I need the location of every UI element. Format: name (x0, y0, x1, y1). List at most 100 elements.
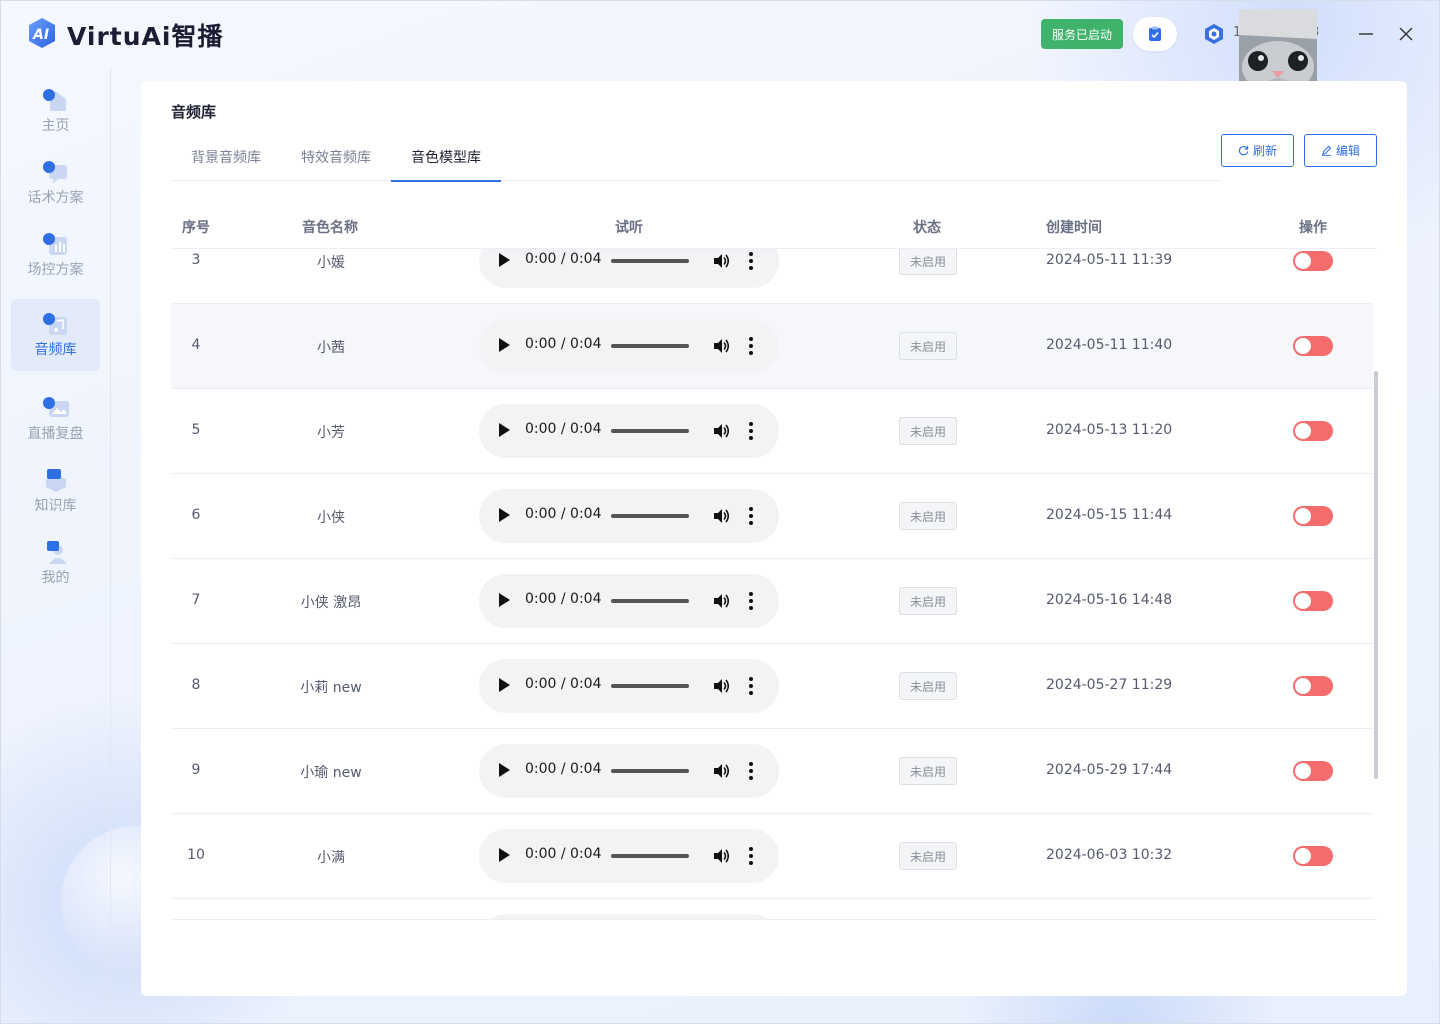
table-row[interactable]: 4 小茜 0:00 / 0:04 未启用 2024-05-11 11:40 (171, 304, 1373, 389)
more-options-icon[interactable] (749, 591, 753, 611)
row-index: 9 (191, 762, 201, 778)
audio-player[interactable]: 0:00 / 0:04 (479, 744, 779, 798)
row-index: 4 (191, 337, 201, 353)
more-options-icon[interactable] (749, 676, 753, 696)
table-row[interactable]: 9 小瑜 new 0:00 / 0:04 未启用 2024-05-29 17:4… (171, 729, 1373, 814)
table-row[interactable]: 8 小莉 new 0:00 / 0:04 未启用 2024-05-27 11:2… (171, 644, 1373, 729)
volume-icon[interactable] (711, 676, 731, 696)
audio-player[interactable]: 0:00 / 0:04 (479, 829, 779, 883)
status-badge: 未启用 (899, 502, 957, 530)
play-icon[interactable] (499, 508, 510, 522)
play-icon[interactable] (499, 678, 510, 692)
more-options-icon[interactable] (749, 421, 753, 441)
sidebar-item-label: 话术方案 (27, 190, 84, 206)
status-badge: 未启用 (899, 332, 957, 360)
avatar[interactable] (1239, 9, 1317, 87)
enable-toggle[interactable] (1293, 676, 1333, 696)
sidebar-item-scripts[interactable]: 话术方案 (11, 147, 100, 219)
row-voice-name: 小媛 (317, 255, 345, 271)
audio-progress-bar[interactable] (611, 259, 689, 263)
sidebar-item-audio-library[interactable]: 音频库 (11, 299, 100, 371)
table-row[interactable]: 5 小芳 0:00 / 0:04 未启用 2024-05-13 11:20 (171, 389, 1373, 474)
enable-toggle[interactable] (1293, 591, 1333, 611)
audio-player[interactable]: 0:00 / 0:04 (479, 319, 779, 373)
enable-toggle[interactable] (1293, 846, 1333, 866)
audio-time: 0:00 / 0:04 (525, 336, 602, 352)
audio-progress-bar[interactable] (611, 514, 689, 518)
audio-progress-bar[interactable] (611, 854, 689, 858)
enable-toggle[interactable] (1293, 336, 1333, 356)
column-header-actions: 操作 (1299, 220, 1327, 236)
sidebar-item-knowledge-base[interactable]: 知识库 (11, 455, 100, 527)
audio-progress-bar[interactable] (611, 684, 689, 688)
audio-time: 0:00 / 0:04 (525, 421, 602, 437)
volume-icon[interactable] (711, 761, 731, 781)
audio-player[interactable]: 0:00 / 0:04 (479, 659, 779, 713)
more-options-icon[interactable] (749, 761, 753, 781)
audio-player[interactable]: 0:00 / 0:04 (479, 489, 779, 543)
audio-player[interactable]: 0:00 / 0:04 (479, 249, 779, 288)
volume-icon[interactable] (711, 336, 731, 356)
audio-progress-bar[interactable] (611, 599, 689, 603)
volume-icon[interactable] (711, 421, 731, 441)
play-icon[interactable] (499, 423, 510, 437)
audio-progress-bar[interactable] (611, 344, 689, 348)
play-icon[interactable] (499, 593, 510, 607)
column-header-status: 状态 (913, 220, 941, 236)
page-title: 音频库 (171, 103, 217, 121)
play-icon[interactable] (499, 763, 510, 777)
table-scrollbar[interactable] (1374, 371, 1378, 779)
play-icon[interactable] (499, 848, 510, 862)
sidebar-item-mine[interactable]: 我的 (11, 527, 100, 599)
status-badge: 未启用 (899, 672, 957, 700)
sidebar-item-label: 知识库 (34, 498, 77, 514)
row-index: 7 (191, 592, 201, 608)
more-options-icon[interactable] (749, 251, 753, 271)
more-options-icon[interactable] (749, 846, 753, 866)
clipboard-button[interactable] (1133, 17, 1177, 51)
volume-icon[interactable] (711, 251, 731, 271)
table-row[interactable]: 7 小侠 激昂 0:00 / 0:04 未启用 2024-05-16 14:48 (171, 559, 1373, 644)
column-header-voice-name: 音色名称 (302, 220, 358, 236)
table-row[interactable]: 10 小满 0:00 / 0:04 未启用 2024-06-03 10:32 (171, 814, 1373, 899)
app-logo-icon: AI (29, 18, 55, 48)
enable-toggle[interactable] (1293, 506, 1333, 526)
table-row-partial[interactable] (171, 899, 1373, 920)
tab-background-audio[interactable]: 背景音频库 (171, 133, 281, 181)
play-icon[interactable] (499, 338, 510, 352)
more-options-icon[interactable] (749, 336, 753, 356)
table-row[interactable]: 3 小媛 0:00 / 0:04 未启用 2024-05-11 11:39 (171, 249, 1373, 304)
audio-progress-bar[interactable] (611, 429, 689, 433)
status-badge: 未启用 (899, 249, 957, 275)
sidebar-item-home[interactable]: 主页 (11, 75, 100, 147)
edit-button[interactable]: 编辑 (1304, 134, 1377, 167)
table-row[interactable]: 6 小侠 0:00 / 0:04 未启用 2024-05-15 11:44 (171, 474, 1373, 559)
home-icon (42, 89, 66, 111)
refresh-button[interactable]: 刷新 (1221, 134, 1294, 167)
row-index: 3 (191, 252, 201, 268)
enable-toggle[interactable] (1293, 761, 1333, 781)
sidebar-item-live-review[interactable]: 直播复盘 (11, 383, 100, 455)
row-voice-name: 小莉 new (300, 680, 362, 696)
tab-effects-audio[interactable]: 特效音频库 (281, 133, 391, 181)
audio-player[interactable]: 0:00 / 0:04 (479, 404, 779, 458)
audio-player[interactable]: 0:00 / 0:04 (479, 574, 779, 628)
badge-hex-icon[interactable] (1203, 23, 1225, 45)
close-icon[interactable] (1397, 25, 1415, 43)
play-icon[interactable] (499, 253, 510, 267)
volume-icon[interactable] (711, 846, 731, 866)
enable-toggle[interactable] (1293, 251, 1333, 271)
tab-voice-models[interactable]: 音色模型库 (391, 133, 501, 182)
audio-progress-bar[interactable] (611, 769, 689, 773)
volume-icon[interactable] (711, 506, 731, 526)
sidebar-item-field-control[interactable]: 场控方案 (11, 219, 100, 291)
knowledge-icon (45, 469, 66, 492)
row-index: 8 (191, 677, 201, 693)
volume-icon[interactable] (711, 591, 731, 611)
more-options-icon[interactable] (749, 506, 753, 526)
column-header-created-time: 创建时间 (1046, 220, 1102, 236)
status-badge: 未启用 (899, 757, 957, 785)
minimize-icon[interactable] (1357, 25, 1375, 43)
service-status-button[interactable]: 服务已启动 (1041, 19, 1123, 49)
enable-toggle[interactable] (1293, 421, 1333, 441)
